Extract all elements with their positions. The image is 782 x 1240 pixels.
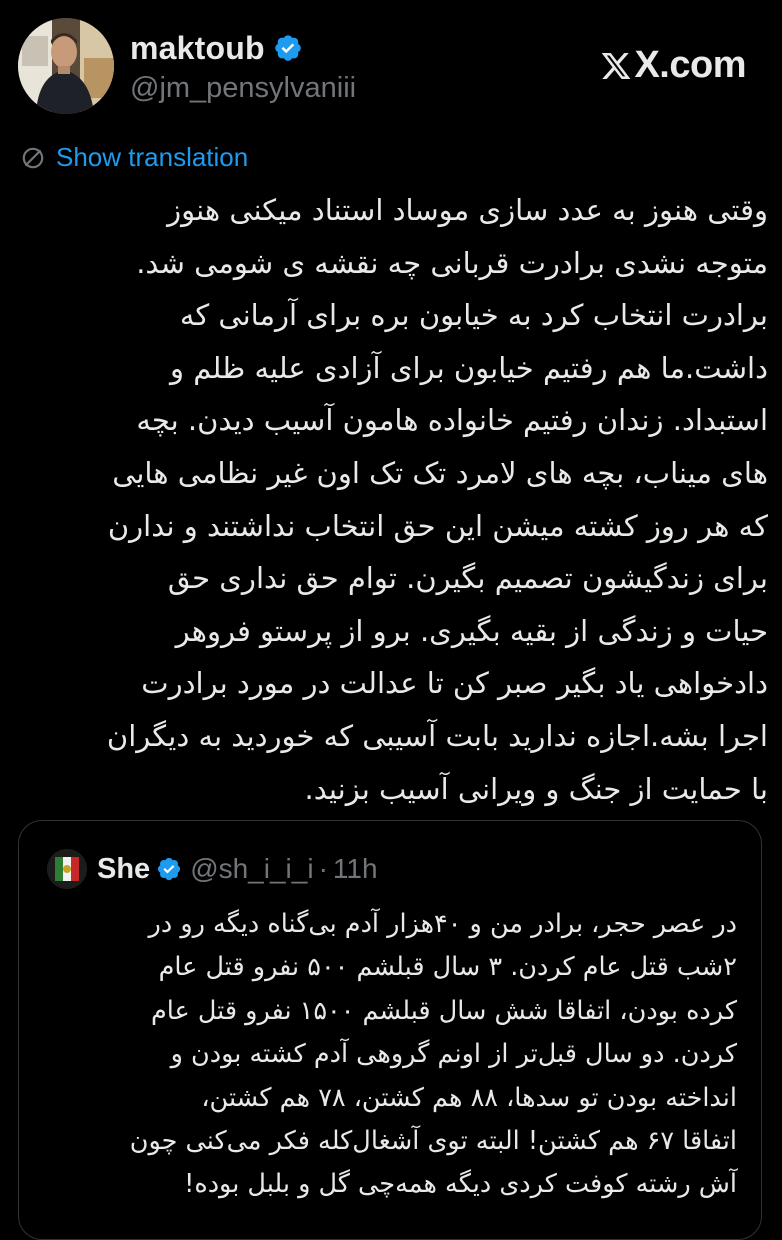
quoted-line: انداخته بودن تو سدها، ۸۸ هم کشتن، ۷۸ هم … [201, 1082, 737, 1113]
quoted-tweet-header: She @sh_i_i_i · 11h [47, 849, 378, 889]
x-logo-icon [602, 52, 631, 79]
tweet-line: های میناب، بچه های لامرد تک تک اون غیر ن… [112, 455, 768, 490]
x-brand: X.com [600, 44, 746, 87]
tweet-line: استبداد. زندان رفتیم خانواده هامون آسیب … [136, 403, 768, 438]
tweet-body: وقتی هنوز به عدد سازی موساد استناد میکنی… [18, 184, 768, 815]
author-avatar[interactable] [18, 18, 114, 114]
show-translation-label: Show translation [56, 142, 249, 172]
show-translation-link[interactable]: Show translation [20, 142, 248, 173]
verified-badge-icon [274, 35, 301, 61]
x-domain-label: X.com [634, 44, 746, 86]
separator-dot: · [318, 853, 328, 884]
quoted-line: اتفاقا ۶۷ هم کشتن! البته توی آشغال‌کله ف… [129, 1126, 737, 1157]
tweet-line: داشت.ما هم رفتیم خیابون برای آزادی علیه … [170, 350, 768, 385]
author-identity: maktoub @jm_pensylvaniii [130, 28, 356, 105]
quoted-author-handle[interactable]: @sh_i_i_i [190, 853, 313, 885]
tweet-line: دادخواهی یاد بگیر صبر کن تا عدالت در مور… [141, 666, 768, 701]
quoted-tweet-body: در عصر حجر، برادر من و ۴۰هزار آدم بی‌گنا… [47, 903, 737, 1207]
tweet-line: متوجه نشدی برادرت قربانی چه نقشه ی شومی … [136, 245, 768, 280]
quoted-line: کرده بودن، اتفاقا شش سال قبلشم ۱۵۰۰ نفرو… [150, 995, 737, 1026]
quoted-line: آش رشته کوفت کردی دیگه همه‌چی گل و بلبل … [184, 1169, 737, 1200]
no-translation-icon [22, 147, 44, 168]
tweet-line: با حمایت از جنگ و ویرانی آسیب بزنید. [304, 771, 768, 806]
quoted-line: در عصر حجر، برادر من و ۴۰هزار آدم بی‌گنا… [148, 909, 737, 939]
tweet-line: برای زندگیشون تصمیم بگیرن. توام حق نداری… [167, 561, 768, 596]
tweet-line: برادرت انتخاب کرد به خیابون بره برای آرم… [179, 298, 768, 333]
tweet-line: که هر روز کشته میشن این حق انتخاب نداشتن… [107, 508, 768, 543]
author-display-name[interactable]: maktoub [130, 30, 265, 67]
tweet-line: وقتی هنوز به عدد سازی موساد استناد میکنی… [167, 193, 768, 227]
quoted-timestamp[interactable]: 11h [333, 853, 378, 885]
quoted-tweet-card[interactable]: She @sh_i_i_i · 11h در عصر حجر، برادر من… [18, 820, 762, 1240]
tweet-line: اجرا بشه.اجازه ندارید بابت آسیبی که خورد… [106, 718, 768, 753]
author-handle[interactable]: @jm_pensylvaniii [130, 72, 356, 105]
quoted-author-avatar[interactable] [47, 849, 87, 889]
tweet-line: حیات و زندگی از بقیه بگیری. برو از پرستو… [175, 613, 768, 648]
verified-badge-icon [158, 857, 181, 881]
quoted-line: ۲شب قتل عام کردن. ۳ سال قبلشم ۵۰۰ نفرو ق… [158, 952, 737, 983]
tweet-header: maktoub @jm_pensylvaniii X.com [18, 18, 764, 114]
quoted-line: کردن. دو سال قبل‌تر از اونم گروهی آدم کش… [170, 1039, 737, 1070]
quoted-author-display-name[interactable]: She [97, 853, 150, 886]
